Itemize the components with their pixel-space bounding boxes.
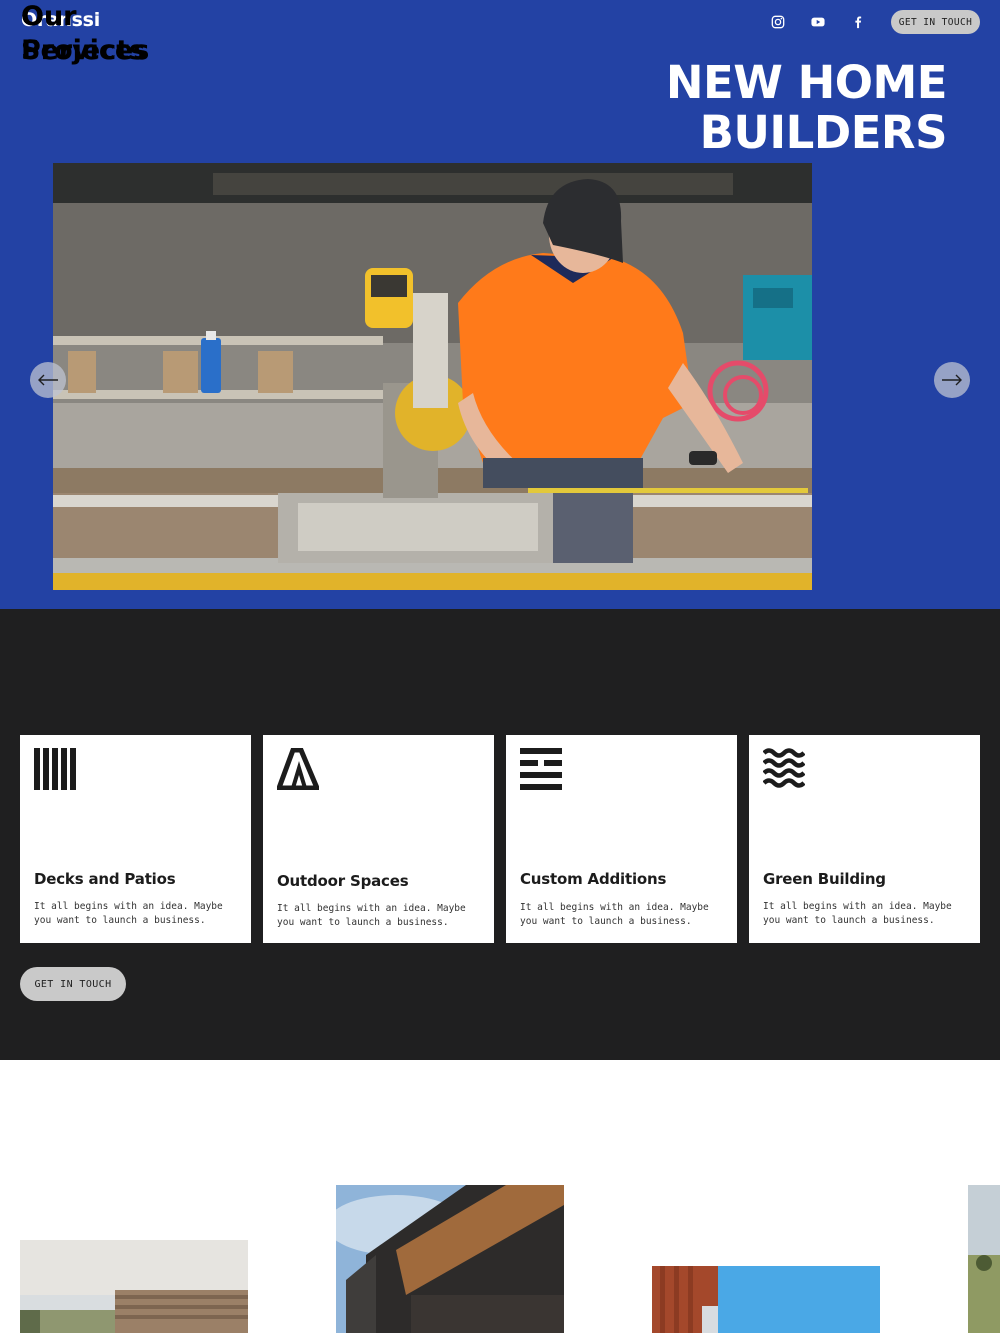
arrow-left-icon bbox=[38, 374, 58, 386]
project-image-timber-house[interactable] bbox=[20, 1240, 248, 1333]
services-get-in-touch-button[interactable]: GET IN TOUCH bbox=[20, 967, 126, 1001]
waves-icon bbox=[763, 748, 805, 788]
youtube-icon[interactable] bbox=[808, 12, 828, 32]
service-description: It all begins with an idea. Maybe you wa… bbox=[763, 901, 952, 926]
carousel-prev-button[interactable] bbox=[30, 362, 66, 398]
triangle-stripes-icon bbox=[277, 748, 319, 790]
service-title: Custom Additions bbox=[520, 870, 667, 888]
service-title: Green Building bbox=[763, 870, 886, 888]
hero-slide-image bbox=[53, 163, 812, 590]
project-image-landscape[interactable] bbox=[968, 1185, 1000, 1333]
service-description: It all begins with an idea. Maybe you wa… bbox=[34, 901, 223, 926]
project-image-corten-house[interactable] bbox=[652, 1266, 880, 1333]
service-card-additions[interactable]: Custom Additions It all begins with an i… bbox=[506, 735, 737, 943]
service-description: It all begins with an idea. Maybe you wa… bbox=[520, 902, 709, 927]
service-card-green[interactable]: Green Building It all begins with an ide… bbox=[749, 735, 980, 943]
instagram-icon[interactable] bbox=[768, 12, 788, 32]
project-image-dark-cladding[interactable] bbox=[336, 1185, 564, 1333]
hero-title: NEW HOME BUILDERS bbox=[665, 56, 948, 159]
service-description: It all begins with an idea. Maybe you wa… bbox=[277, 903, 466, 928]
broken-lines-icon bbox=[520, 748, 562, 790]
projects-title: Our Projects bbox=[21, 1, 146, 66]
header-get-in-touch-button[interactable]: GET IN TOUCH bbox=[891, 10, 980, 34]
service-card-decks[interactable]: Decks and Patios It all begins with an i… bbox=[20, 735, 251, 943]
facebook-icon[interactable] bbox=[848, 12, 868, 32]
service-title: Decks and Patios bbox=[34, 870, 176, 888]
vertical-bars-icon bbox=[34, 748, 76, 790]
arrow-right-icon bbox=[942, 374, 962, 386]
carousel-next-button[interactable] bbox=[934, 362, 970, 398]
service-title: Outdoor Spaces bbox=[277, 872, 409, 890]
service-card-outdoor[interactable]: Outdoor Spaces It all begins with an ide… bbox=[263, 735, 494, 943]
